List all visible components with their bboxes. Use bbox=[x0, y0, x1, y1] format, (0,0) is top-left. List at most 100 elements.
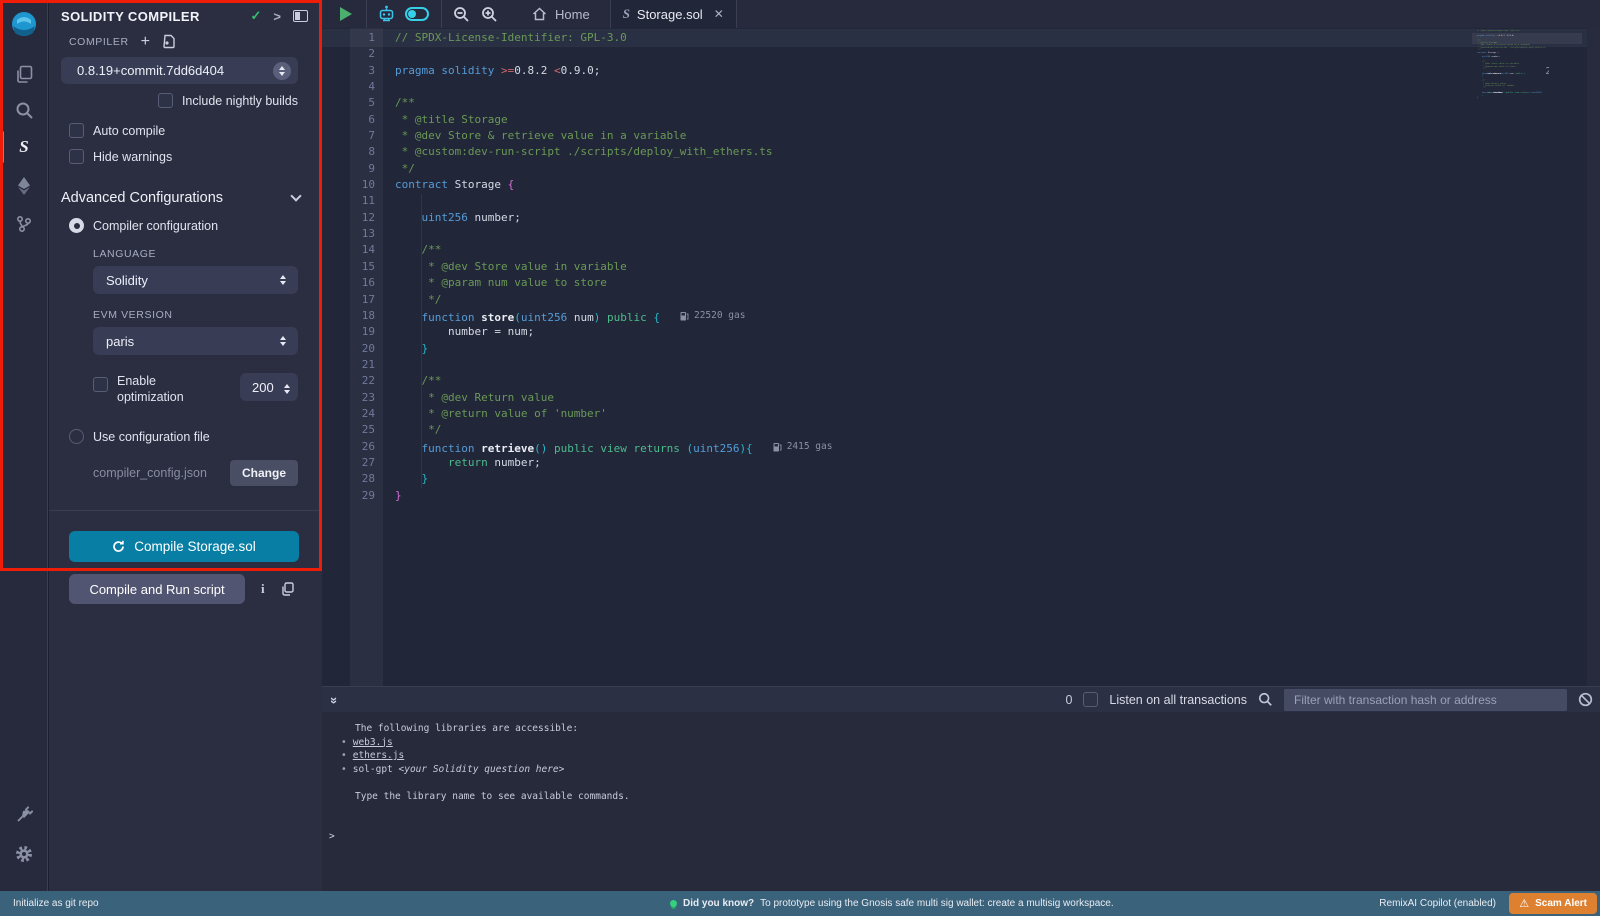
copilot-toggle[interactable] bbox=[405, 7, 429, 21]
lightbulb-icon bbox=[670, 900, 677, 907]
editor-scrollbar[interactable] bbox=[1587, 28, 1600, 714]
compiler-configuration-radio[interactable] bbox=[69, 218, 84, 233]
split-view-icon[interactable] bbox=[293, 10, 308, 22]
code-token: /** bbox=[395, 243, 441, 256]
use-config-file-radio[interactable] bbox=[69, 429, 84, 444]
add-compiler-icon[interactable]: + bbox=[141, 37, 150, 47]
code-token: solidity bbox=[1485, 35, 1495, 37]
terminal-controls: 0 Listen on all transactions bbox=[1065, 689, 1600, 711]
code-token: } bbox=[1482, 75, 1483, 77]
runs-stepper-icon[interactable] bbox=[284, 384, 290, 394]
sidebar-item-settings[interactable] bbox=[0, 838, 48, 870]
code-token: { bbox=[1524, 73, 1525, 75]
line-number: 19 bbox=[322, 324, 383, 340]
line-number: 18 bbox=[322, 308, 383, 324]
line-number: 24 bbox=[322, 406, 383, 422]
open-file-icon[interactable] bbox=[162, 34, 176, 49]
git-init-status[interactable]: Initialize as git repo bbox=[13, 891, 99, 916]
bullet: • bbox=[341, 750, 347, 761]
zoom-out-button[interactable] bbox=[453, 6, 470, 23]
clear-console-button[interactable] bbox=[1578, 692, 1593, 707]
tab-bar: Home S Storage.sol ✕ bbox=[322, 0, 1600, 28]
remix-logo[interactable] bbox=[0, 8, 48, 42]
status-bar: Initialize as git repo Did you know? To … bbox=[0, 891, 1600, 916]
code-token: * @dev Store & retrieve value in a varia… bbox=[395, 129, 686, 142]
nightly-builds-checkbox[interactable] bbox=[158, 93, 173, 108]
did-you-know-tip: Did you know? To prototype using the Gno… bbox=[670, 891, 1114, 916]
advanced-configurations-header[interactable]: Advanced Configurations bbox=[61, 190, 300, 206]
copy-icon[interactable] bbox=[281, 582, 294, 596]
sidebar-item-search[interactable] bbox=[0, 94, 48, 126]
run-script-button[interactable] bbox=[340, 7, 352, 21]
terminal-search-button[interactable] bbox=[1258, 692, 1273, 707]
auto-compile-checkbox[interactable] bbox=[69, 123, 84, 138]
compile-button-label: Compile Storage.sol bbox=[134, 539, 256, 554]
change-config-button[interactable]: Change bbox=[230, 460, 298, 486]
code-line: 16 * @param num value to store bbox=[322, 275, 1600, 291]
line-number: 6 bbox=[322, 112, 383, 128]
home-icon bbox=[532, 7, 547, 21]
terminal-link[interactable]: web3.js bbox=[353, 737, 393, 748]
terminal-output[interactable]: The following libraries are accessible:•… bbox=[322, 712, 1600, 891]
hide-warnings-row: Hide warnings bbox=[69, 149, 322, 164]
code-token: view bbox=[600, 442, 627, 455]
code-token: { bbox=[508, 178, 515, 191]
compile-and-run-button[interactable]: Compile and Run script bbox=[69, 574, 245, 604]
search-icon bbox=[15, 101, 34, 120]
tab-storage-sol[interactable]: S Storage.sol ✕ bbox=[610, 0, 737, 28]
evm-version-select[interactable]: paris bbox=[93, 327, 298, 355]
code-token: 0.8.2 bbox=[1499, 35, 1506, 37]
enable-optimization-checkbox[interactable] bbox=[93, 377, 108, 392]
listen-transactions-checkbox[interactable] bbox=[1083, 692, 1098, 707]
language-select[interactable]: Solidity bbox=[93, 266, 298, 294]
code-line: } bbox=[1477, 97, 1549, 99]
code-token: number; bbox=[1490, 56, 1500, 58]
code-line: 1// SPDX-License-Identifier: GPL-3.0 bbox=[322, 30, 1600, 46]
compile-button[interactable]: Compile Storage.sol bbox=[69, 531, 299, 562]
sidebar-item-git[interactable] bbox=[0, 208, 48, 240]
sidebar-item-deploy-run[interactable] bbox=[0, 170, 48, 202]
transaction-count: 0 bbox=[1065, 693, 1072, 707]
line-number: 4 bbox=[322, 79, 383, 95]
sidebar-item-solidity-compiler[interactable]: S bbox=[0, 131, 48, 163]
code-line: 13 bbox=[322, 226, 1600, 242]
select-arrows-icon bbox=[280, 275, 286, 285]
nightly-builds-row: Include nightly builds bbox=[49, 93, 322, 108]
minimap[interactable]: // SPDX-License-Identifier: GPL-3.0pragm… bbox=[1477, 30, 1549, 99]
terminal-prompt[interactable]: > bbox=[329, 830, 1600, 844]
line-number: 20 bbox=[322, 341, 383, 357]
code-token: 0.9.0; bbox=[1507, 35, 1514, 37]
scam-alert-button[interactable]: ⚠ Scam Alert bbox=[1509, 893, 1597, 914]
copilot-status[interactable]: RemixAI Copilot (enabled) bbox=[1379, 891, 1496, 916]
code-token: num bbox=[567, 311, 594, 324]
code-token bbox=[395, 211, 422, 224]
code-token bbox=[600, 311, 607, 324]
code-line: 26 function retrieve() public view retur… bbox=[322, 439, 1600, 455]
compiler-version-select[interactable]: 0.8.19+commit.7dd6d404 bbox=[61, 57, 298, 84]
collapse-terminal-icon[interactable]: » bbox=[327, 697, 342, 702]
sidebar-item-file-explorer[interactable] bbox=[0, 58, 48, 90]
line-number: 21 bbox=[322, 357, 383, 373]
zoom-in-button[interactable] bbox=[481, 6, 498, 23]
hide-warnings-checkbox[interactable] bbox=[69, 149, 84, 164]
terminal-link[interactable]: ethers.js bbox=[353, 750, 404, 761]
panel-divider bbox=[49, 510, 322, 511]
gas-estimate: 2415 gas bbox=[773, 439, 833, 455]
separator bbox=[441, 0, 442, 28]
tab-home[interactable]: Home bbox=[512, 0, 610, 28]
info-icon[interactable]: i bbox=[261, 581, 265, 597]
code-token: returns bbox=[1520, 92, 1528, 94]
nightly-builds-label: Include nightly builds bbox=[182, 94, 298, 108]
line-number: 22 bbox=[322, 373, 383, 389]
chevron-right-icon[interactable]: > bbox=[273, 9, 281, 24]
solidity-file-icon: S bbox=[623, 6, 630, 22]
close-tab-icon[interactable]: ✕ bbox=[714, 7, 724, 21]
transaction-filter-input[interactable] bbox=[1284, 689, 1567, 711]
code-token bbox=[395, 311, 422, 324]
code-token: */ bbox=[395, 423, 441, 436]
code-editor[interactable]: 1// SPDX-License-Identifier: GPL-3.023pr… bbox=[322, 28, 1600, 714]
remix-ai-assistant-button[interactable] bbox=[377, 5, 396, 24]
terminal-header: » 0 Listen on all transactions bbox=[322, 686, 1600, 712]
line-number: 9 bbox=[322, 161, 383, 177]
sidebar-item-plugin-manager[interactable] bbox=[0, 798, 48, 830]
